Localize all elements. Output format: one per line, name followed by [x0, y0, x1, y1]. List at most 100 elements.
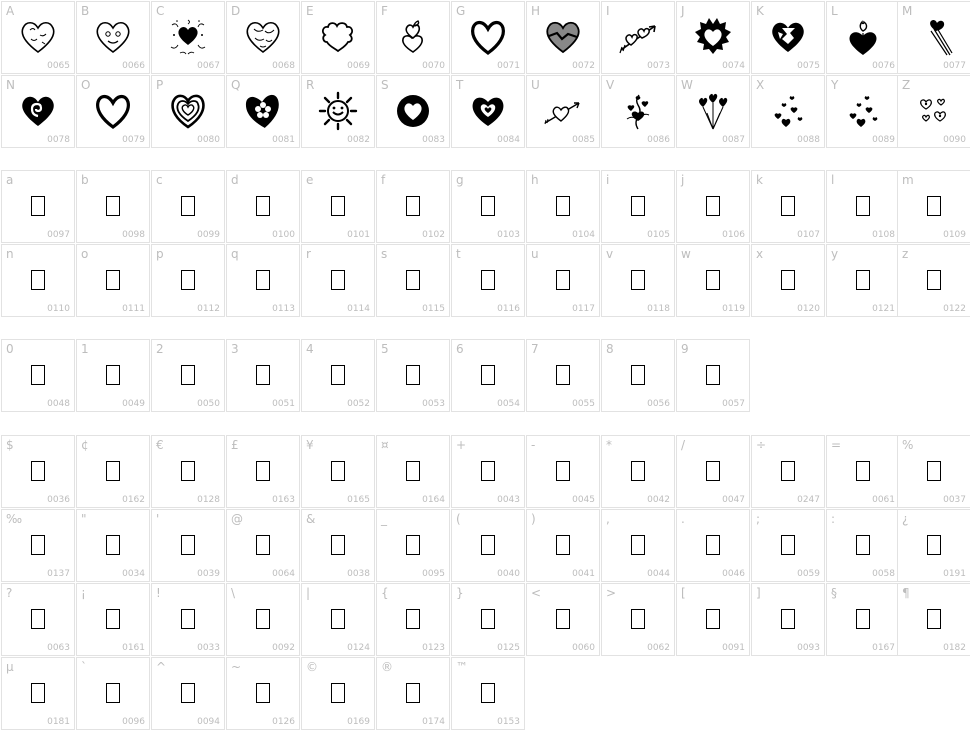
glyph-cell-digits-0[interactable]: 0 0048: [1, 339, 75, 412]
glyph-cell-symbols-2[interactable]: €0128: [151, 435, 225, 508]
glyph-cell-uppercase-22[interactable]: W 0087: [676, 75, 750, 148]
glyph-cell-digits-6[interactable]: 6 0054: [451, 339, 525, 412]
glyph-cell-lowercase-19[interactable]: t 0116: [451, 244, 525, 317]
glyph-cell-symbols-34[interactable]: >0062: [601, 583, 675, 656]
glyph-cell-uppercase-15[interactable]: P 0080: [151, 75, 225, 148]
glyph-cell-lowercase-4[interactable]: e 0101: [301, 170, 375, 243]
glyph-cell-lowercase-0[interactable]: a 0097: [1, 170, 75, 243]
glyph-cell-lowercase-20[interactable]: u 0117: [526, 244, 600, 317]
glyph-cell-lowercase-3[interactable]: d 0100: [226, 170, 300, 243]
glyph-cell-symbols-19[interactable]: (0040: [451, 509, 525, 582]
glyph-cell-uppercase-16[interactable]: Q 0081: [226, 75, 300, 148]
glyph-cell-symbols-12[interactable]: % 0037: [897, 435, 970, 508]
glyph-cell-symbols-38[interactable]: ¶ 0182: [897, 583, 970, 656]
glyph-cell-uppercase-19[interactable]: T 0084: [451, 75, 525, 148]
glyph-cell-lowercase-22[interactable]: w 0119: [676, 244, 750, 317]
glyph-cell-symbols-45[interactable]: ™ 0153: [451, 657, 525, 730]
glyph-cell-lowercase-2[interactable]: c 0099: [151, 170, 225, 243]
glyph-cell-symbols-3[interactable]: £0163: [226, 435, 300, 508]
glyph-cell-digits-3[interactable]: 3 0051: [226, 339, 300, 412]
glyph-cell-digits-7[interactable]: 7 0055: [526, 339, 600, 412]
glyph-cell-symbols-42[interactable]: ~0126: [226, 657, 300, 730]
glyph-cell-symbols-26[interactable]: ? 0063: [1, 583, 75, 656]
glyph-cell-digits-1[interactable]: 1 0049: [76, 339, 150, 412]
glyph-cell-uppercase-6[interactable]: G 0071: [451, 1, 525, 74]
glyph-cell-digits-4[interactable]: 4 0052: [301, 339, 375, 412]
glyph-cell-lowercase-14[interactable]: o 0111: [76, 244, 150, 317]
glyph-cell-symbols-11[interactable]: = 0061: [826, 435, 900, 508]
glyph-cell-symbols-15[interactable]: ' 0039: [151, 509, 225, 582]
glyph-cell-symbols-1[interactable]: ¢ 0162: [76, 435, 150, 508]
glyph-cell-symbols-10[interactable]: ÷ 0247: [751, 435, 825, 508]
glyph-cell-symbols-18[interactable]: _ 0095: [376, 509, 450, 582]
glyph-cell-uppercase-3[interactable]: D 0068: [226, 1, 300, 74]
glyph-cell-symbols-29[interactable]: \ 0092: [226, 583, 300, 656]
glyph-cell-lowercase-10[interactable]: k 0107: [751, 170, 825, 243]
glyph-cell-uppercase-8[interactable]: I 0073: [601, 1, 675, 74]
glyph-cell-lowercase-24[interactable]: y 0121: [826, 244, 900, 317]
glyph-cell-uppercase-17[interactable]: R 0082: [301, 75, 375, 148]
glyph-cell-symbols-22[interactable]: . 0046: [676, 509, 750, 582]
glyph-cell-uppercase-25[interactable]: Z 0090: [897, 75, 970, 148]
glyph-cell-symbols-21[interactable]: , 0044: [601, 509, 675, 582]
glyph-cell-uppercase-5[interactable]: F 0070: [376, 1, 450, 74]
glyph-cell-uppercase-14[interactable]: O 0079: [76, 75, 150, 148]
glyph-cell-symbols-9[interactable]: / 0047: [676, 435, 750, 508]
glyph-cell-lowercase-25[interactable]: z 0122: [897, 244, 970, 317]
glyph-cell-lowercase-12[interactable]: m 0109: [897, 170, 970, 243]
glyph-cell-uppercase-20[interactable]: U 0085: [526, 75, 600, 148]
glyph-cell-symbols-36[interactable]: ] 0093: [751, 583, 825, 656]
glyph-cell-uppercase-18[interactable]: S 0083: [376, 75, 450, 148]
glyph-cell-uppercase-13[interactable]: N 0078: [1, 75, 75, 148]
glyph-cell-symbols-6[interactable]: +0043: [451, 435, 525, 508]
glyph-cell-lowercase-6[interactable]: g 0103: [451, 170, 525, 243]
glyph-cell-lowercase-5[interactable]: f 0102: [376, 170, 450, 243]
glyph-cell-lowercase-15[interactable]: p 0112: [151, 244, 225, 317]
glyph-cell-uppercase-24[interactable]: Y 0089: [826, 75, 900, 148]
glyph-cell-uppercase-7[interactable]: H 0072: [526, 1, 600, 74]
glyph-cell-symbols-4[interactable]: ¥0165: [301, 435, 375, 508]
glyph-cell-symbols-25[interactable]: ¿ 0191: [897, 509, 970, 582]
glyph-cell-uppercase-1[interactable]: B 0066: [76, 1, 150, 74]
glyph-cell-lowercase-17[interactable]: r 0114: [301, 244, 375, 317]
glyph-cell-uppercase-11[interactable]: L 0076: [826, 1, 900, 74]
glyph-cell-uppercase-4[interactable]: E 0069: [301, 1, 375, 74]
glyph-cell-lowercase-11[interactable]: l 0108: [826, 170, 900, 243]
glyph-cell-symbols-0[interactable]: $0036: [1, 435, 75, 508]
glyph-cell-lowercase-16[interactable]: q 0113: [226, 244, 300, 317]
glyph-cell-symbols-27[interactable]: ¡ 0161: [76, 583, 150, 656]
glyph-cell-lowercase-13[interactable]: n 0110: [1, 244, 75, 317]
glyph-cell-uppercase-2[interactable]: C 0067: [151, 1, 225, 74]
glyph-cell-symbols-30[interactable]: | 0124: [301, 583, 375, 656]
glyph-cell-uppercase-21[interactable]: V 0086: [601, 75, 675, 148]
glyph-cell-symbols-16[interactable]: @0064: [226, 509, 300, 582]
glyph-cell-symbols-5[interactable]: ¤ 0164: [376, 435, 450, 508]
glyph-cell-uppercase-10[interactable]: K 0075: [751, 1, 825, 74]
glyph-cell-lowercase-8[interactable]: i 0105: [601, 170, 675, 243]
glyph-cell-uppercase-0[interactable]: A 0065: [1, 1, 75, 74]
glyph-cell-symbols-33[interactable]: <0060: [526, 583, 600, 656]
glyph-cell-lowercase-7[interactable]: h 0104: [526, 170, 600, 243]
glyph-cell-lowercase-1[interactable]: b 0098: [76, 170, 150, 243]
glyph-cell-symbols-35[interactable]: [0091: [676, 583, 750, 656]
glyph-cell-symbols-40[interactable]: ` 0096: [76, 657, 150, 730]
glyph-cell-symbols-17[interactable]: & 0038: [301, 509, 375, 582]
glyph-cell-symbols-44[interactable]: ® 0174: [376, 657, 450, 730]
glyph-cell-symbols-41[interactable]: ^ 0094: [151, 657, 225, 730]
glyph-cell-symbols-31[interactable]: {0123: [376, 583, 450, 656]
glyph-cell-digits-8[interactable]: 8 0056: [601, 339, 675, 412]
glyph-cell-symbols-23[interactable]: ; 0059: [751, 509, 825, 582]
glyph-cell-digits-5[interactable]: 5 0053: [376, 339, 450, 412]
glyph-cell-symbols-24[interactable]: : 0058: [826, 509, 900, 582]
glyph-cell-lowercase-23[interactable]: x 0120: [751, 244, 825, 317]
glyph-cell-symbols-8[interactable]: * 0042: [601, 435, 675, 508]
glyph-cell-digits-9[interactable]: 9 0057: [676, 339, 750, 412]
glyph-cell-symbols-14[interactable]: " 0034: [76, 509, 150, 582]
glyph-cell-lowercase-21[interactable]: v 0118: [601, 244, 675, 317]
glyph-cell-uppercase-23[interactable]: X 0088: [751, 75, 825, 148]
glyph-cell-symbols-28[interactable]: ! 0033: [151, 583, 225, 656]
glyph-cell-uppercase-9[interactable]: J 0074: [676, 1, 750, 74]
glyph-cell-uppercase-12[interactable]: M 0077: [897, 1, 970, 74]
glyph-cell-lowercase-9[interactable]: j 0106: [676, 170, 750, 243]
glyph-cell-symbols-37[interactable]: § 0167: [826, 583, 900, 656]
